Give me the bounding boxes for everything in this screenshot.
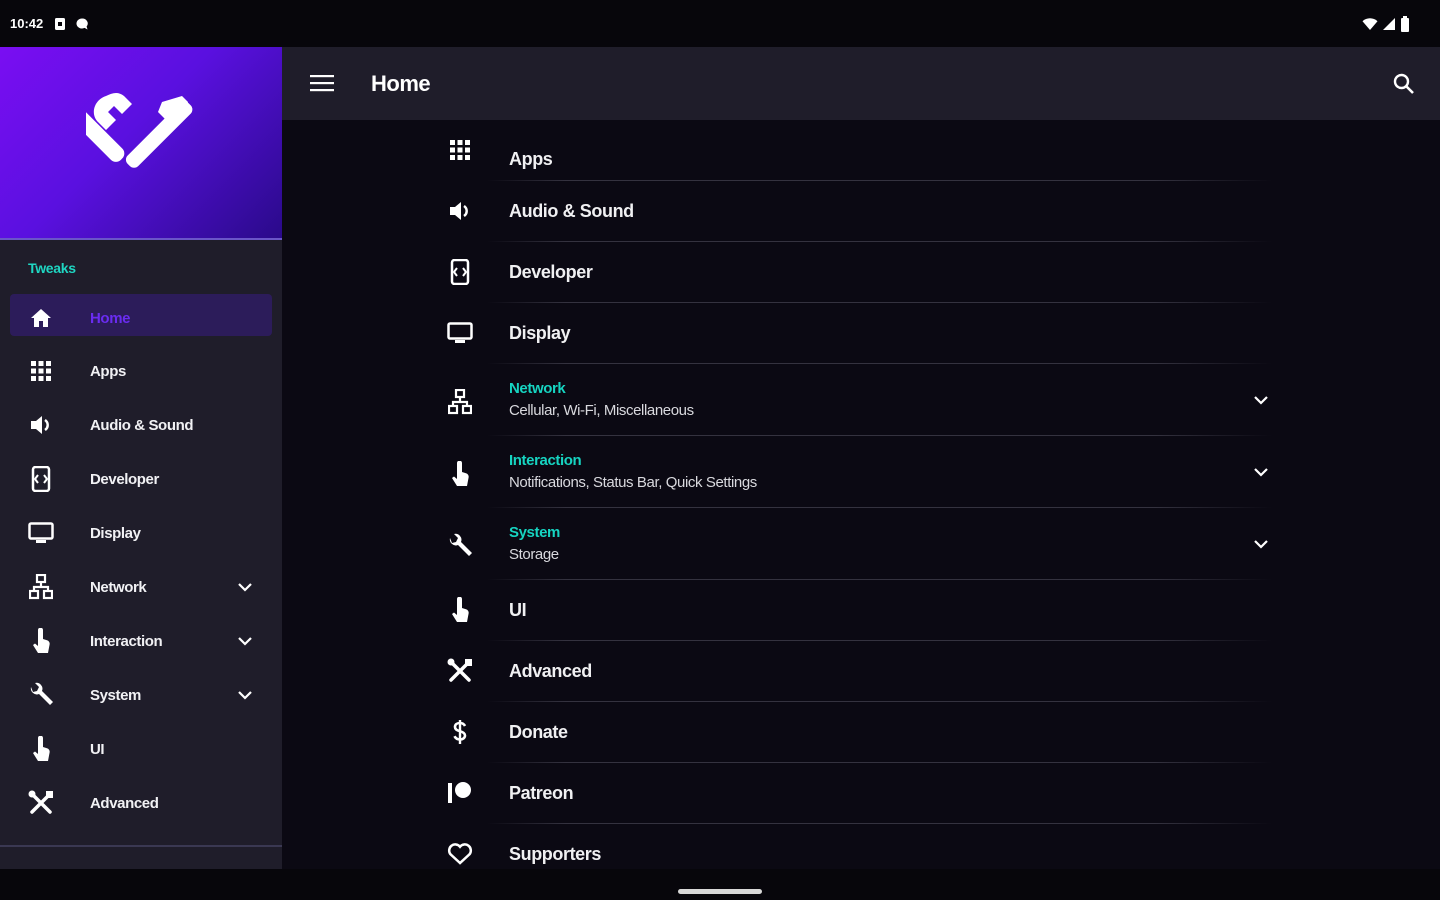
home-icon: [28, 305, 54, 331]
list-item-label: Developer: [509, 262, 593, 282]
wrench-icon: [28, 682, 54, 708]
touch-icon: [28, 628, 54, 654]
developer-icon: [446, 258, 474, 286]
speaker-icon: [446, 197, 474, 225]
drawer-item-label: Apps: [90, 362, 126, 380]
home-gesture-handle[interactable]: [678, 889, 762, 894]
drawer-item-label: System: [90, 686, 141, 704]
sim-icon: [55, 17, 66, 30]
drawer-item-label: Display: [90, 524, 141, 542]
drawer-item-label: UI: [90, 740, 105, 758]
list-item-network[interactable]: Network Cellular, Wi-Fi, Miscellaneous: [442, 364, 1272, 436]
drawer-nav-list: Home Apps Audio & Sound Developer Displa…: [0, 294, 282, 830]
tools-icon: [28, 790, 54, 816]
drawer-divider: [0, 845, 282, 847]
dollar-icon: [446, 718, 474, 746]
list-item-developer[interactable]: Developer: [442, 242, 1272, 303]
status-right-icons: [1362, 15, 1410, 32]
list-item-patreon[interactable]: Patreon: [442, 763, 1272, 824]
list-item-title: System: [509, 524, 560, 541]
chevron-down-icon[interactable]: [234, 576, 256, 598]
touch-icon: [446, 460, 474, 488]
drawer-item-network[interactable]: Network: [0, 560, 282, 614]
chevron-down-icon[interactable]: [1250, 461, 1272, 483]
drawer-item-advanced[interactable]: Advanced: [0, 776, 282, 830]
drawer-item-label: Audio & Sound: [90, 416, 194, 434]
list-item-label: Audio & Sound: [509, 201, 634, 221]
navigation-drawer: Tweaks Home Apps Audio & Sound Developer: [0, 47, 282, 869]
list-item-subtitle: Cellular, Wi-Fi, Miscellaneous: [509, 402, 694, 419]
wrench-icon: [446, 532, 474, 560]
list-item-label: Patreon: [509, 783, 574, 803]
tools-icon: [446, 657, 474, 685]
drawer-item-audio-sound[interactable]: Audio & Sound: [0, 398, 282, 452]
list-item-title: Network: [509, 380, 566, 397]
drawer-item-system[interactable]: System: [0, 668, 282, 722]
network-icon: [28, 574, 54, 600]
list-item-display[interactable]: Display: [442, 303, 1272, 364]
chevron-down-icon[interactable]: [234, 630, 256, 652]
wifi-icon: [1362, 17, 1378, 30]
drawer-item-ui[interactable]: UI: [0, 722, 282, 776]
touch-icon: [28, 736, 54, 762]
signal-icon: [1383, 17, 1395, 30]
list-item-label: Apps: [509, 149, 553, 169]
drawer-header: [0, 47, 282, 240]
list-item-title: Interaction: [509, 452, 582, 469]
search-icon[interactable]: [1392, 72, 1416, 96]
drawer-item-developer[interactable]: Developer: [0, 452, 282, 506]
drawer-item-apps[interactable]: Apps: [0, 344, 282, 398]
list-item-label: UI: [509, 600, 527, 620]
chevron-down-icon[interactable]: [1250, 533, 1272, 555]
touch-icon: [446, 596, 474, 624]
page-title: Home: [371, 70, 431, 96]
speaker-icon: [28, 412, 54, 438]
chat-icon: [76, 17, 88, 29]
status-time: 10:42: [10, 16, 44, 31]
network-icon: [446, 388, 474, 416]
list-item-label: Advanced: [509, 661, 592, 681]
chevron-down-icon[interactable]: [234, 684, 256, 706]
drawer-item-label: Interaction: [90, 632, 163, 650]
list-item-supporters[interactable]: Supporters: [442, 824, 1272, 869]
drawer-item-label: Developer: [90, 470, 159, 488]
apps-grid-icon: [446, 136, 474, 164]
list-item-donate[interactable]: Donate: [442, 702, 1272, 763]
apps-grid-icon: [28, 358, 54, 384]
developer-icon: [28, 466, 54, 492]
system-navigation-bar: [0, 869, 1440, 900]
drawer-item-display[interactable]: Display: [0, 506, 282, 560]
list-item-audio-sound[interactable]: Audio & Sound: [442, 181, 1272, 242]
drawer-item-label: Network: [90, 578, 147, 596]
list-item-advanced[interactable]: Advanced: [442, 641, 1272, 702]
list-item-interaction[interactable]: Interaction Notifications, Status Bar, Q…: [442, 436, 1272, 508]
monitor-icon: [28, 520, 54, 546]
list-item-label: Display: [509, 323, 571, 343]
list-item-subtitle: Notifications, Status Bar, Quick Setting…: [509, 474, 757, 491]
settings-list: Apps Audio & Sound Developer Display Net…: [442, 120, 1272, 869]
list-item-label: Donate: [509, 722, 568, 742]
patreon-icon: [446, 779, 474, 807]
drawer-item-label: Advanced: [90, 794, 159, 812]
top-app-bar: Home: [282, 47, 1440, 120]
main-content: Apps Audio & Sound Developer Display Net…: [282, 120, 1440, 869]
app-logo-tools-icon: [86, 87, 193, 168]
chevron-down-icon[interactable]: [1250, 389, 1272, 411]
monitor-icon: [446, 319, 474, 347]
list-item-ui[interactable]: UI: [442, 580, 1272, 641]
drawer-section-title: Tweaks: [28, 260, 76, 276]
drawer-item-label: Home: [90, 309, 131, 327]
list-item-label: Supporters: [509, 844, 602, 864]
heart-icon: [446, 840, 474, 868]
list-item-subtitle: Storage: [509, 546, 559, 563]
list-item-system[interactable]: System Storage: [442, 508, 1272, 580]
drawer-item-interaction[interactable]: Interaction: [0, 614, 282, 668]
battery-icon: [1401, 15, 1409, 32]
drawer-item-home[interactable]: Home: [0, 294, 282, 342]
hamburger-menu-icon[interactable]: [310, 73, 334, 93]
status-bar: 10:42: [0, 0, 1440, 47]
list-item-apps[interactable]: Apps: [442, 120, 1272, 181]
